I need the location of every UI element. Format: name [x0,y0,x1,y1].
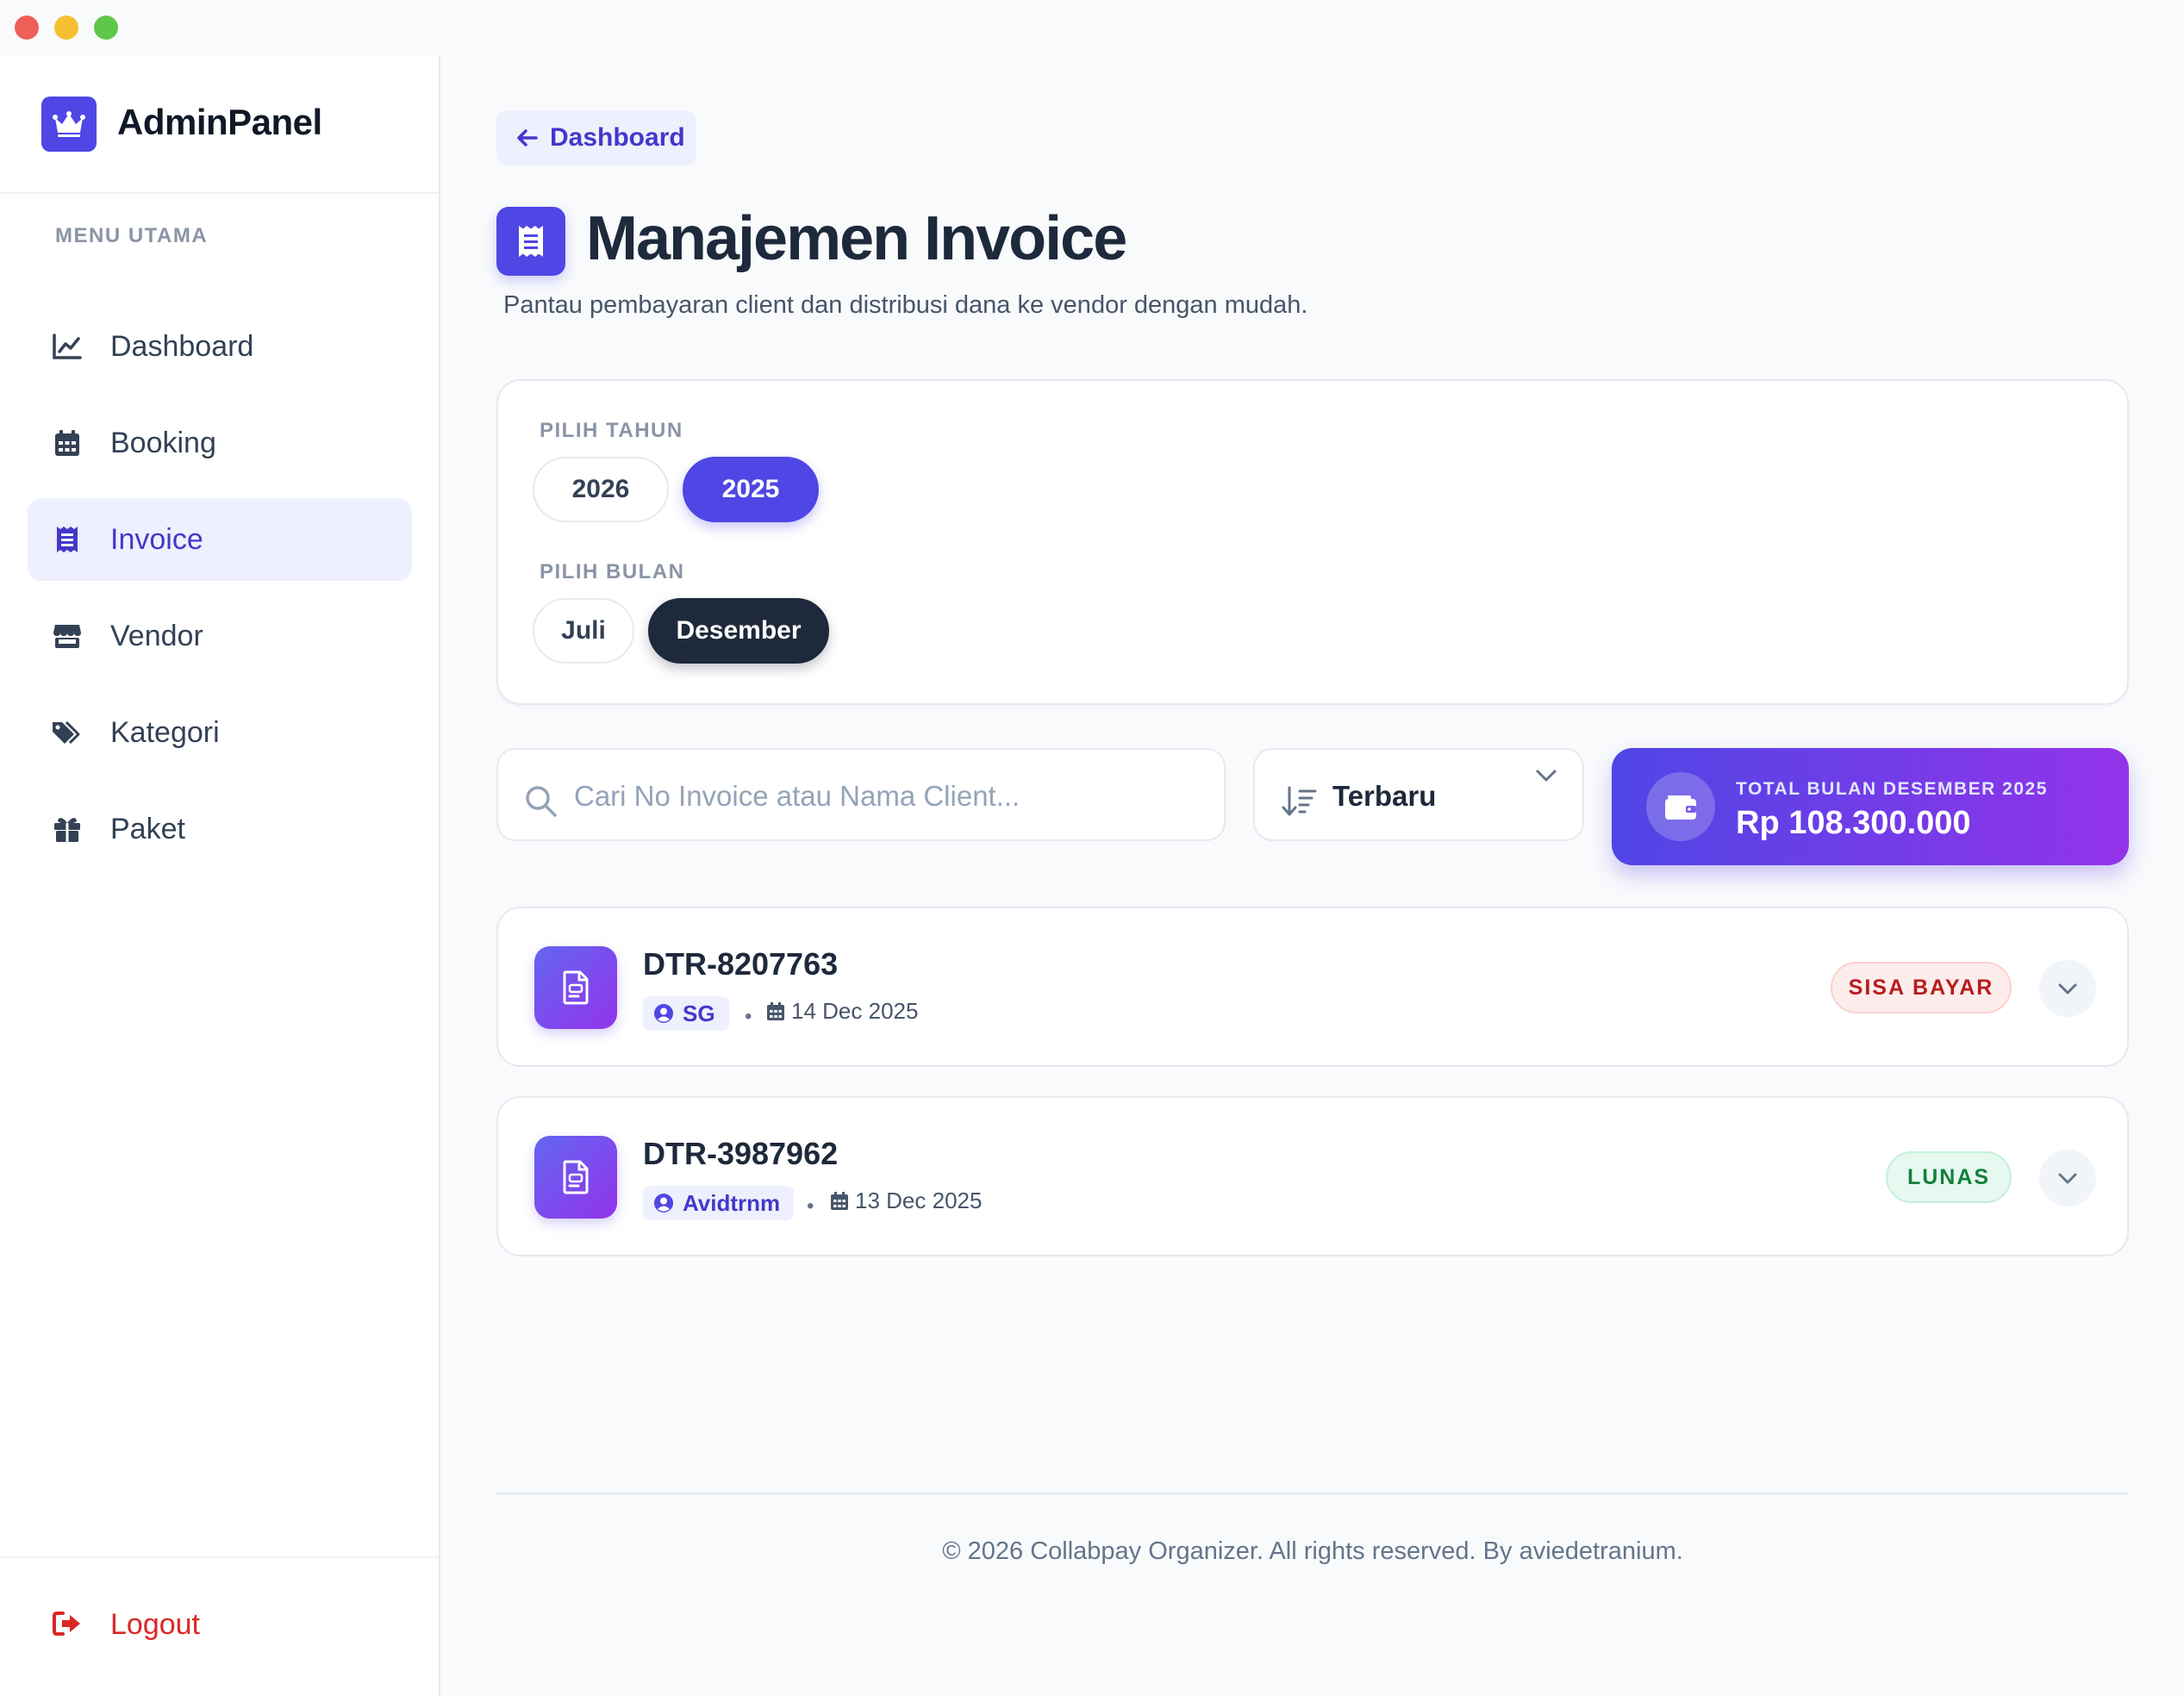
chart-line-icon [52,331,83,362]
sort-descending-icon [1281,784,1319,819]
monthly-total-card: TOTAL BULAN DESEMBER 2025 Rp 108.300.000 [1612,748,2129,865]
page-title: Manajemen Invoice [586,204,1127,273]
sidebar-item-vendor[interactable]: Vendor [28,595,412,677]
year-option-2026[interactable]: 2026 [533,457,669,522]
client-badge: Avidtrnm [643,1186,795,1220]
meta-separator: • [745,1005,752,1028]
sidebar-item-label: Kategori [110,716,220,749]
wallet-icon [1646,772,1715,841]
client-badge: SG [643,996,729,1031]
search-icon [524,784,558,819]
month-filter-label: PILIH BULAN [540,560,685,583]
window-titlebar [0,0,2184,55]
invoice-number: DTR-8207763 [643,946,839,982]
sidebar-item-dashboard[interactable]: Dashboard [28,305,412,388]
crown-icon [41,97,97,152]
calendar-icon [767,1001,784,1020]
search-field[interactable] [496,748,1226,841]
filter-panel: PILIH TAHUN 2026 2025 PILIH BULAN Juli D… [496,379,2129,705]
menu-section-title: MENU UTAMA [55,224,209,247]
store-icon [52,620,83,652]
brand-name: AdminPanel [117,102,322,142]
logout-icon [52,1610,83,1641]
invoice-file-icon [534,1136,617,1219]
sort-selected-value: Terbaru [1332,780,1437,812]
footer-text: © 2026 Collabpay Organizer. All rights r… [942,1537,1683,1565]
logout-label: Logout [110,1608,200,1641]
month-option-desember[interactable]: Desember [648,598,829,664]
meta-separator: • [807,1194,814,1218]
chevron-down-icon [1532,762,1560,789]
sidebar-item-label: Dashboard [110,330,254,363]
chevron-down-icon [2058,983,2077,995]
brand: AdminPanel [0,55,439,194]
back-button-label: Dashboard [550,123,685,152]
sidebar-item-invoice[interactable]: Invoice [28,498,412,581]
calendar-icon [52,427,83,458]
year-filter-label: PILIH TAHUN [540,419,683,442]
invoice-file-icon [534,946,617,1029]
tags-icon [52,717,83,748]
invoice-card[interactable]: DTR-3987962 Avidtrnm • 13 Dec 2025 LUNAS [496,1096,2129,1256]
user-circle-icon [654,1004,673,1023]
page-subtitle: Pantau pembayaran client dan distribusi … [503,291,1308,319]
sidebar-item-kategori[interactable]: Kategori [28,691,412,774]
sidebar-item-label: Vendor [110,620,203,652]
total-label: TOTAL BULAN DESEMBER 2025 [1736,779,2048,799]
status-badge: SISA BAYAR [1831,962,2012,1013]
calendar-icon [831,1191,848,1210]
invoice-date: 14 Dec 2025 [765,998,918,1025]
sidebar: AdminPanel MENU UTAMA Dashboard Booking … [0,55,440,1696]
client-name: Avidtrnm [683,1189,781,1216]
close-window-button[interactable] [15,16,39,40]
invoice-date-text: 14 Dec 2025 [791,998,919,1024]
search-input[interactable] [574,770,1203,822]
total-value: Rp 108.300.000 [1736,805,1971,841]
user-circle-icon [654,1194,673,1213]
arrow-left-icon [515,126,540,150]
sidebar-item-label: Booking [110,427,216,459]
expand-button[interactable] [2039,960,2096,1017]
sidebar-item-booking[interactable]: Booking [28,402,412,484]
invoice-date: 13 Dec 2025 [829,1188,982,1214]
minimize-window-button[interactable] [54,16,78,40]
invoice-date-text: 13 Dec 2025 [855,1188,983,1213]
sidebar-item-label: Paket [110,813,185,845]
receipt-icon [52,524,83,555]
invoice-card[interactable]: DTR-8207763 SG • 14 Dec 2025 SISA BAYAR [496,907,2129,1067]
receipt-icon [496,207,565,276]
footer-divider [496,1493,2129,1494]
gift-icon [52,814,83,845]
month-option-juli[interactable]: Juli [533,598,634,664]
year-option-2025[interactable]: 2025 [683,457,819,522]
sidebar-footer: Logout [0,1556,439,1696]
invoice-number: DTR-3987962 [643,1136,839,1171]
sidebar-item-label: Invoice [110,523,203,556]
chevron-down-icon [2058,1173,2077,1184]
client-name: SG [683,1000,715,1026]
back-to-dashboard-button[interactable]: Dashboard [496,110,696,165]
maximize-window-button[interactable] [94,16,118,40]
logout-button[interactable]: Logout [28,1591,412,1660]
expand-button[interactable] [2039,1150,2096,1207]
sort-select[interactable]: Terbaru [1253,748,1584,841]
sidebar-item-paket[interactable]: Paket [28,788,412,870]
status-badge: LUNAS [1886,1151,2012,1203]
